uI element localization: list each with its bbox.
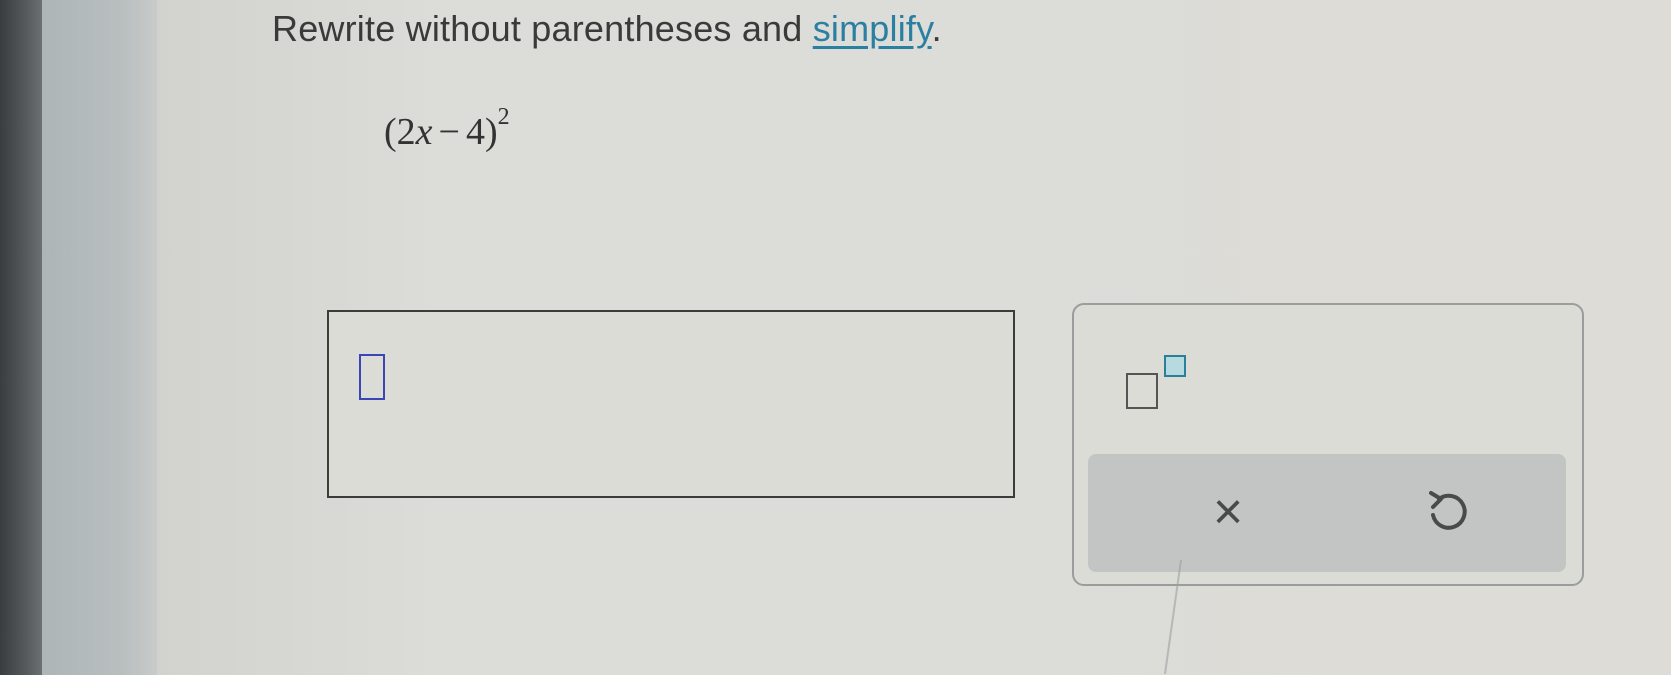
instruction-period: .: [931, 8, 942, 49]
close-paren: ): [484, 111, 498, 153]
coefficient: 2: [396, 111, 416, 153]
simplify-link[interactable]: simplify: [813, 8, 932, 49]
base-slot-icon: [1126, 373, 1158, 409]
answer-input[interactable]: [327, 310, 1015, 498]
power-slot-icon: [1164, 355, 1186, 377]
minus-sign: −: [438, 111, 460, 153]
math-expression: (2x −4)2: [384, 104, 510, 154]
undo-icon: [1429, 491, 1467, 530]
variable: x: [415, 111, 433, 153]
left-margin: [42, 0, 157, 675]
monitor-bezel: [0, 0, 42, 675]
undo-button[interactable]: [1408, 482, 1488, 542]
instruction-lead: Rewrite without parentheses and: [272, 8, 813, 49]
exponent: 2: [497, 104, 510, 131]
exponent-button[interactable]: [1126, 355, 1196, 415]
constant: 4: [465, 111, 485, 153]
action-bar: ×: [1088, 454, 1566, 572]
close-icon: ×: [1212, 483, 1244, 541]
clear-button[interactable]: ×: [1188, 482, 1268, 542]
instruction-text: Rewrite without parentheses and simplify…: [272, 8, 942, 50]
open-paren: (: [384, 111, 397, 153]
input-cursor-slot[interactable]: [359, 354, 385, 400]
math-palette: ×: [1072, 303, 1584, 586]
